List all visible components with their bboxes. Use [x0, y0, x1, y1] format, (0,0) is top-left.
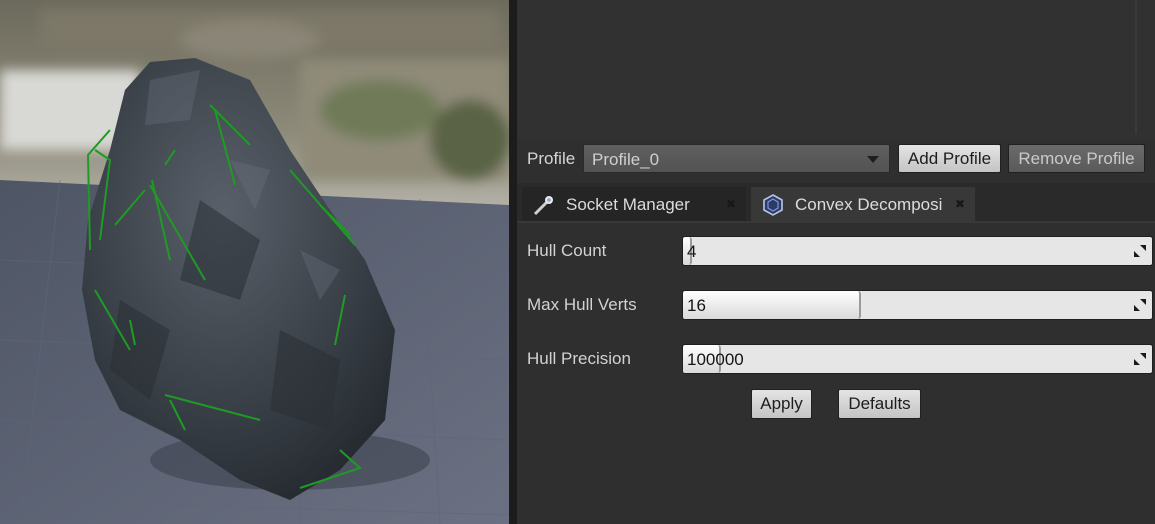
- max-hull-verts-slider[interactable]: 16: [682, 290, 1153, 320]
- tab-label: Convex Decomposi: [795, 195, 943, 214]
- close-icon[interactable]: ✖: [955, 197, 965, 211]
- defaults-button[interactable]: Defaults: [838, 389, 921, 419]
- slider-fill: [683, 291, 862, 319]
- close-icon[interactable]: ✖: [726, 197, 736, 211]
- max-hull-verts-value: 16: [687, 296, 706, 315]
- tab-convex-decomposition[interactable]: Convex Decomposi ✖: [751, 187, 975, 222]
- profile-selected-value: Profile_0: [592, 150, 660, 169]
- hull-precision-value: 100000: [687, 350, 744, 369]
- max-hull-verts-label: Max Hull Verts: [527, 295, 637, 314]
- scrollbar[interactable]: [1135, 0, 1137, 134]
- tab-divider: [517, 221, 1155, 223]
- viewport-scene: [0, 0, 509, 524]
- resize-grip-icon: [1134, 299, 1146, 311]
- hull-count-value: 4: [687, 242, 697, 261]
- profile-row: Profile Profile_0 Add Profile Remove Pro…: [517, 142, 1155, 176]
- hull-count-label: Hull Count: [527, 241, 607, 260]
- resize-grip-icon: [1134, 245, 1146, 257]
- add-profile-button[interactable]: Add Profile: [898, 144, 1001, 173]
- properties-panel: Profile Profile_0 Add Profile Remove Pro…: [517, 0, 1155, 524]
- panel-splitter[interactable]: [509, 0, 517, 524]
- tab-label: Socket Manager: [566, 195, 690, 214]
- hull-count-slider[interactable]: 4: [682, 236, 1153, 266]
- profile-dropdown[interactable]: Profile_0: [583, 144, 890, 173]
- socket-wand-icon: [533, 196, 553, 216]
- hull-count-row: Hull Count 4: [517, 236, 1155, 266]
- hull-precision-label: Hull Precision: [527, 349, 631, 368]
- remove-profile-button[interactable]: Remove Profile: [1008, 144, 1145, 173]
- 3d-viewport[interactable]: [0, 0, 509, 524]
- tab-socket-manager[interactable]: Socket Manager ✖: [522, 187, 746, 222]
- apply-button[interactable]: Apply: [751, 389, 812, 419]
- details-area: [517, 0, 1155, 140]
- profile-label: Profile: [527, 149, 576, 168]
- hull-precision-slider[interactable]: 100000: [682, 344, 1153, 374]
- convex-hull-icon: [763, 194, 783, 216]
- max-hull-verts-row: Max Hull Verts 16: [517, 290, 1155, 320]
- chevron-down-icon: [867, 156, 879, 163]
- tab-strip: Socket Manager ✖ Convex Decomposi ✖: [517, 183, 1155, 222]
- resize-grip-icon: [1134, 353, 1146, 365]
- hull-precision-row: Hull Precision 100000: [517, 344, 1155, 374]
